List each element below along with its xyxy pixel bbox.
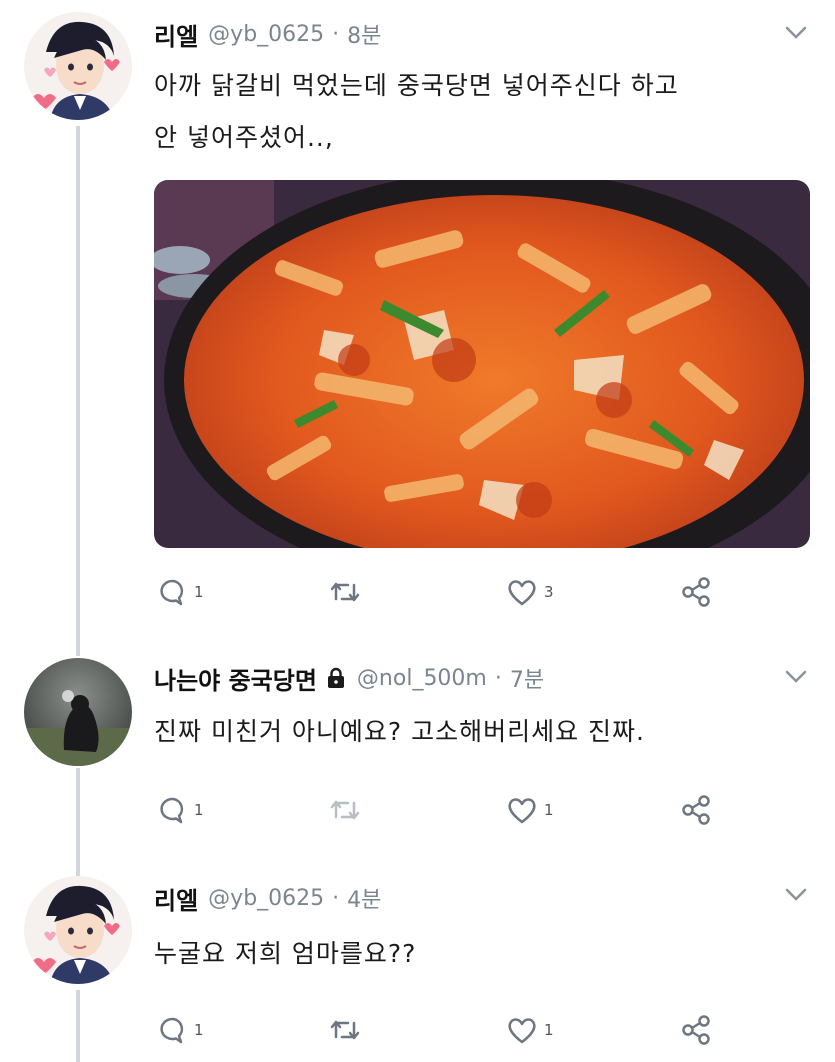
share-icon [682,1015,710,1045]
tweet[interactable]: 나는야 중국당면 @nol_500m · 7분 진짜 미친거 아니예요? 고소해… [0,640,835,860]
avatar[interactable] [24,12,132,120]
timestamp[interactable]: 8분 [347,18,381,50]
avatar[interactable] [24,876,132,984]
chevron-down-icon[interactable] [785,670,807,684]
share-button[interactable] [680,574,712,610]
like-button[interactable]: 1 [506,1012,554,1048]
like-icon [508,798,536,824]
tweet-text-line: 아까 닭갈비 먹었는데 중국당면 넣어주신다 하고 [154,71,679,100]
tweet-actions: 1 3 [154,574,754,610]
tweet-actions: 1 1 [154,792,754,828]
reply-icon [160,1017,184,1044]
separator: · [332,21,340,47]
tweet[interactable]: 리엘 @yb_0625 · 4분 누굴요 저희 엄마를요?? 1 1 [0,862,835,1062]
share-button[interactable] [680,792,712,828]
reply-count: 1 [194,1021,204,1039]
reply-button[interactable]: 1 [158,792,204,828]
share-button[interactable] [680,1012,712,1048]
tweet-text-line: 안 넣어주셨어.., [154,123,334,152]
retweet-button[interactable] [328,792,368,828]
like-count: 3 [544,583,554,601]
retweet-button[interactable] [328,574,368,610]
reply-icon [160,797,184,824]
like-button[interactable]: 3 [506,574,554,610]
avatar[interactable] [24,658,132,766]
separator: · [332,885,340,911]
username[interactable]: @yb_0625 [208,886,324,911]
retweet-button[interactable] [328,1012,368,1048]
username[interactable]: @nol_500m [357,666,487,691]
retweet-icon [330,1020,360,1040]
reply-button[interactable]: 1 [158,1012,204,1048]
separator: · [494,665,502,691]
tweet-header: 리엘 @yb_0625 · 4분 [154,880,381,916]
chevron-down-icon[interactable] [785,888,807,902]
like-count: 1 [544,801,554,819]
display-name[interactable]: 리엘 [154,881,198,916]
retweet-icon [330,800,360,820]
tweet-header: 나는야 중국당면 @nol_500m · 7분 [154,660,544,696]
display-name[interactable]: 나는야 중국당면 [154,661,317,696]
retweet-icon [330,582,360,602]
tweet-header: 리엘 @yb_0625 · 8분 [154,16,381,52]
share-icon [682,577,710,607]
tweet-text-line: 진짜 미친거 아니예요? 고소해버리세요 진짜. [154,717,646,746]
tweet[interactable]: 리엘 @yb_0625 · 8분 아까 닭갈비 먹었는데 중국당면 넣어주신다 … [0,0,835,640]
tweet-text-line: 누굴요 저희 엄마를요?? [154,939,417,968]
display-name[interactable]: 리엘 [154,17,198,52]
food-photo-icon [154,180,810,548]
like-icon [508,1018,536,1044]
tweet-text: 진짜 미친거 아니예요? 고소해버리세요 진짜. [154,706,794,758]
reply-count: 1 [194,801,204,819]
like-icon [508,580,536,606]
reply-icon [160,579,184,606]
chevron-down-icon[interactable] [785,26,807,40]
tweet-text: 누굴요 저희 엄마를요?? [154,928,794,980]
share-icon [682,795,710,825]
reply-button[interactable]: 1 [158,574,204,610]
like-count: 1 [544,1021,554,1039]
timestamp[interactable]: 4분 [347,882,381,914]
tweet-photo[interactable] [154,180,810,548]
lock-icon [327,667,344,688]
tweet-actions: 1 1 [154,1012,754,1048]
reply-count: 1 [194,583,204,601]
tweet-text: 아까 닭갈비 먹었는데 중국당면 넣어주신다 하고 안 넣어주셨어.., [154,60,794,164]
username[interactable]: @yb_0625 [208,22,324,47]
timestamp[interactable]: 7분 [510,662,544,694]
like-button[interactable]: 1 [506,792,554,828]
